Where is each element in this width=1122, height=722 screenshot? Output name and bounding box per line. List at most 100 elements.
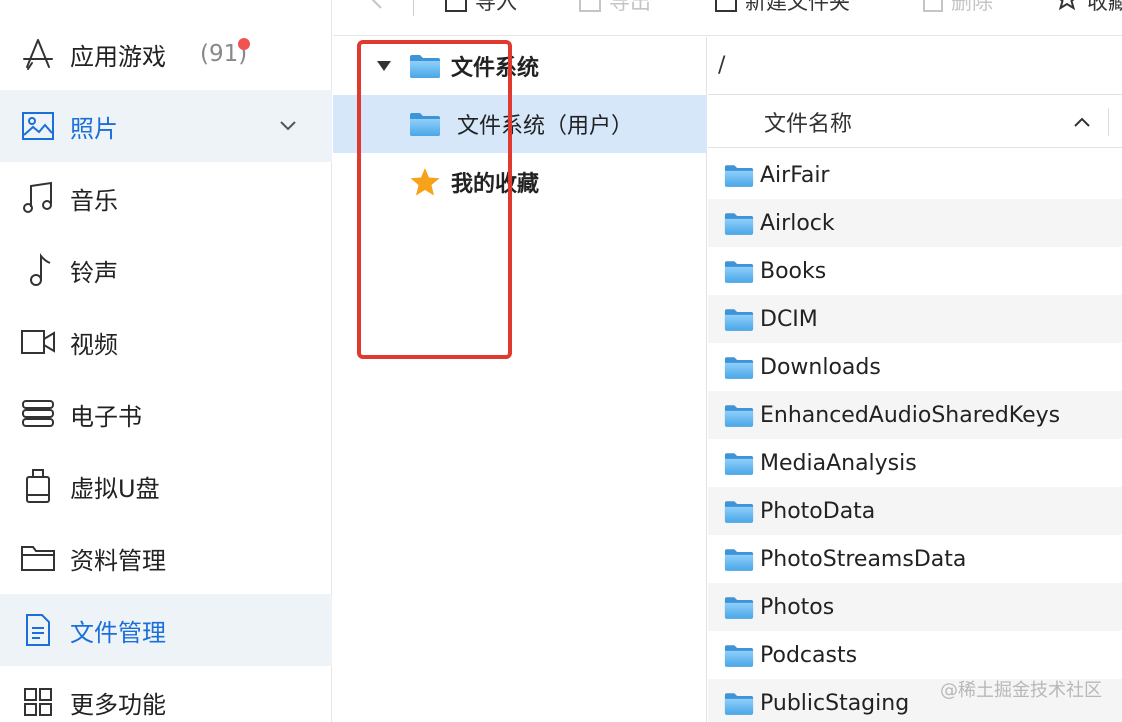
grid-icon — [20, 684, 56, 720]
sidebar-item-data-management[interactable]: 资料管理 — [0, 522, 332, 594]
star-outline-icon — [1055, 0, 1079, 16]
sidebar-item-label: 视频 — [70, 330, 118, 359]
file-name: Photos — [760, 594, 835, 620]
current-path: / — [718, 53, 726, 78]
file-name: DCIM — [760, 306, 818, 332]
favorite-label: 收藏 — [1087, 0, 1122, 14]
new-folder-icon — [715, 0, 737, 12]
usb-drive-icon — [20, 468, 56, 504]
tree-item-favorites[interactable]: 我的收藏 — [333, 153, 707, 211]
folder-icon — [724, 163, 754, 188]
file-row[interactable]: Airlock — [708, 199, 1122, 247]
file-name: Airlock — [760, 210, 835, 236]
sidebar-item-label: 资料管理 — [70, 546, 166, 575]
folder-icon — [20, 540, 56, 576]
tree-item-label: 文件系统（用户） — [457, 114, 634, 139]
import-label: 导入 — [475, 0, 517, 14]
file-row[interactable]: AirFair — [708, 151, 1122, 199]
file-row[interactable]: Podcasts — [708, 631, 1122, 679]
chevron-down-icon[interactable] — [278, 116, 298, 136]
file-name: Downloads — [760, 354, 881, 380]
chevron-left-icon — [369, 0, 383, 15]
sidebar-item-label: 电子书 — [70, 402, 142, 431]
tree-item-filesystem[interactable]: 文件系统 — [333, 37, 707, 95]
folder-icon — [724, 451, 754, 476]
sidebar-item-music[interactable]: 音乐 — [0, 162, 332, 234]
file-row[interactable]: Books — [708, 247, 1122, 295]
tree-item-filesystem-user[interactable]: 文件系统（用户） — [333, 95, 707, 153]
trash-icon — [923, 0, 943, 12]
folder-icon — [724, 691, 754, 716]
sidebar-item-more[interactable]: 更多功能 — [0, 666, 332, 722]
folder-icon — [724, 499, 754, 524]
notification-dot — [238, 38, 250, 50]
file-name: PhotoData — [760, 498, 876, 524]
sidebar-item-ebooks[interactable]: 电子书 — [0, 378, 332, 450]
column-header-label: 文件名称 — [764, 111, 853, 137]
tree-item-label: 我的收藏 — [451, 172, 540, 197]
watermark: @稀土掘金技术社区 — [940, 680, 1102, 701]
ebook-icon — [20, 396, 56, 432]
new-folder-label: 新建文件夹 — [745, 0, 850, 14]
delete-label: 删除 — [951, 0, 993, 14]
tree-item-label: 文件系统 — [451, 56, 540, 81]
file-row[interactable]: PhotoStreamsData — [708, 535, 1122, 583]
sidebar-item-usb-drive[interactable]: 虚拟U盘 — [0, 450, 332, 522]
music-icon — [20, 180, 56, 216]
export-icon — [579, 0, 601, 12]
folder-icon — [724, 403, 754, 428]
new-folder-button[interactable]: 新建文件夹 — [715, 0, 850, 16]
sidebar-item-apps[interactable]: 应用游戏 (91) — [0, 18, 332, 90]
sidebar-item-photos[interactable]: 照片 — [0, 90, 332, 162]
file-name: PublicStaging — [760, 690, 910, 716]
folder-tree: 文件系统 文件系统（用户） 我的收藏 — [333, 37, 707, 722]
sidebar-item-videos[interactable]: 视频 — [0, 306, 332, 378]
document-icon — [20, 612, 56, 648]
photo-icon — [20, 108, 56, 144]
folder-icon — [724, 355, 754, 380]
toolbar-divider — [413, 0, 414, 16]
toolbar: 导入 导出 新建文件夹 删除 收藏 — [333, 0, 1122, 36]
path-bar[interactable]: / — [708, 37, 1122, 95]
video-icon — [20, 324, 56, 360]
file-name: EnhancedAudioSharedKeys — [760, 402, 1061, 428]
sidebar: 应用游戏 (91) 照片 音乐 铃声 视频 电子书 虚拟U盘 资料管理 文件管理… — [0, 0, 332, 722]
folder-icon — [724, 547, 754, 572]
file-name: PhotoStreamsData — [760, 546, 967, 572]
folder-icon — [724, 211, 754, 236]
export-button[interactable]: 导出 — [579, 0, 651, 16]
file-name: AirFair — [760, 162, 830, 188]
file-row[interactable]: Photos — [708, 583, 1122, 631]
star-icon — [409, 167, 441, 203]
file-row[interactable]: EnhancedAudioSharedKeys — [708, 391, 1122, 439]
sort-ascending-icon[interactable] — [1072, 110, 1092, 135]
file-browser: / 文件名称 AirFair Airlock Books DCIM Downlo… — [708, 37, 1122, 722]
column-divider[interactable] — [1108, 108, 1109, 136]
favorite-button[interactable]: 收藏 — [1055, 0, 1122, 16]
app-store-icon — [20, 36, 56, 72]
folder-icon — [409, 111, 441, 137]
folder-icon — [724, 643, 754, 668]
sidebar-item-label: 虚拟U盘 — [70, 474, 160, 503]
file-name: Podcasts — [760, 642, 858, 668]
file-name: MediaAnalysis — [760, 450, 917, 476]
file-row[interactable]: Downloads — [708, 343, 1122, 391]
sidebar-item-label: 音乐 — [70, 186, 118, 215]
sidebar-item-label: 更多功能 — [70, 690, 166, 719]
ringtone-icon — [20, 252, 56, 288]
folder-icon — [409, 53, 441, 79]
export-label: 导出 — [609, 0, 651, 14]
expand-arrow-icon[interactable] — [377, 61, 391, 71]
sidebar-item-ringtones[interactable]: 铃声 — [0, 234, 332, 306]
sidebar-item-file-management[interactable]: 文件管理 — [0, 594, 332, 666]
file-row[interactable]: PhotoData — [708, 487, 1122, 535]
sidebar-item-label: 应用游戏 — [70, 42, 166, 71]
sidebar-item-label: 照片 — [70, 114, 118, 143]
file-row[interactable]: MediaAnalysis — [708, 439, 1122, 487]
file-row[interactable]: DCIM — [708, 295, 1122, 343]
sidebar-item-label: 文件管理 — [70, 618, 166, 647]
back-button[interactable] — [369, 0, 383, 16]
import-button[interactable]: 导入 — [445, 0, 517, 16]
delete-button[interactable]: 删除 — [923, 0, 993, 16]
column-header-name[interactable]: 文件名称 — [708, 96, 1122, 148]
